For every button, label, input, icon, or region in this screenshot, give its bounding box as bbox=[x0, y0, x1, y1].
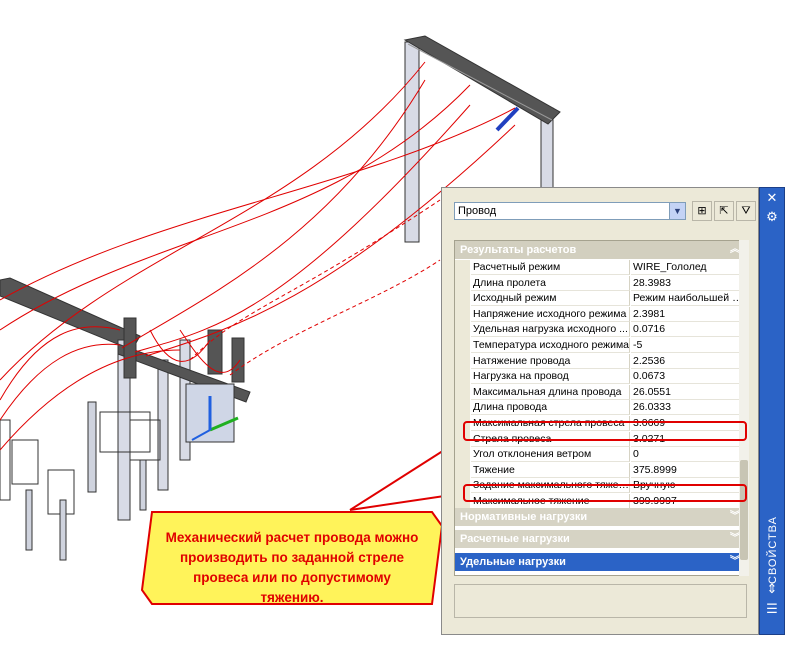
property-name: Максимальная длина провода bbox=[471, 384, 630, 400]
property-row[interactable]: Тяжение 375.8999 bbox=[455, 462, 746, 479]
object-type-select[interactable]: Провод ▼ bbox=[454, 202, 686, 220]
category-results-label: Результаты расчетов bbox=[460, 244, 577, 256]
property-name: Угол отклонения ветром bbox=[471, 447, 630, 463]
property-value[interactable]: WIRE_Гололед bbox=[631, 260, 746, 275]
property-row[interactable]: Температура исходного режима -5 bbox=[455, 338, 746, 354]
quick-select-button[interactable]: ⛛ bbox=[736, 201, 756, 221]
property-name: Удельная нагрузка исходного ... bbox=[471, 322, 630, 338]
close-icon[interactable]: ✕ bbox=[764, 191, 780, 207]
category-calculated-label: Расчетные нагрузки bbox=[460, 533, 570, 545]
property-value[interactable]: 375.8999 bbox=[631, 463, 746, 478]
property-value[interactable]: 0.0673 bbox=[631, 369, 746, 385]
property-value[interactable]: 0.0716 bbox=[631, 322, 746, 338]
property-value[interactable]: Режим наибольшей на... bbox=[631, 291, 746, 307]
property-value[interactable]: 2.3981 bbox=[631, 307, 746, 322]
property-value[interactable]: 0 bbox=[631, 447, 746, 463]
row-gutter bbox=[455, 369, 470, 385]
property-name: Расчетный режим bbox=[471, 260, 630, 275]
row-gutter bbox=[455, 291, 470, 307]
row-gutter bbox=[455, 462, 470, 479]
filter-icon: ⛛ bbox=[741, 204, 751, 217]
property-name: Длина пролета bbox=[471, 275, 630, 291]
category-specific-label: Удельные нагрузки bbox=[460, 556, 566, 568]
row-gutter bbox=[455, 260, 470, 276]
property-value[interactable]: 26.0551 bbox=[631, 385, 746, 400]
vertical-scrollbar[interactable] bbox=[739, 240, 749, 576]
wires bbox=[0, 61, 516, 451]
description-panel bbox=[454, 584, 747, 618]
palette-menu-icon[interactable]: ☰ bbox=[764, 602, 780, 618]
row-gutter bbox=[455, 400, 470, 417]
object-type-value: Провод bbox=[458, 205, 497, 217]
property-name: Исходный режим bbox=[471, 291, 630, 307]
highlight-max-tension bbox=[463, 484, 747, 502]
row-gutter bbox=[455, 275, 470, 292]
property-value[interactable]: 26.0333 bbox=[631, 400, 746, 416]
property-row[interactable]: Исходный режим Режим наибольшей на... bbox=[455, 291, 746, 307]
row-gutter bbox=[455, 306, 470, 323]
category-results[interactable]: Результаты расчетов ︽ bbox=[455, 241, 746, 259]
toggle-pickadd-button[interactable]: ⊞ bbox=[692, 201, 712, 221]
category-calculated[interactable]: Расчетные нагрузки ︾ bbox=[455, 530, 746, 548]
chevron-down-icon[interactable]: ▼ bbox=[669, 203, 685, 219]
property-name: Натяжение провода bbox=[471, 353, 630, 369]
select-objects-icon: ⇱ bbox=[719, 204, 729, 217]
category-normative[interactable]: Нормативные нагрузки ︾ bbox=[455, 508, 746, 526]
property-row[interactable]: Угол отклонения ветром 0 bbox=[455, 447, 746, 463]
property-grid: Результаты расчетов ︽ Расчетный режим WIR… bbox=[454, 240, 747, 576]
properties-icon[interactable]: ⚙ bbox=[764, 210, 780, 226]
scrollbar-thumb[interactable] bbox=[740, 460, 748, 560]
row-gutter bbox=[455, 322, 470, 339]
properties-palette: Провод ▼ ⊞ ⇱ ⛛ Результаты расчетов ︽ Рас… bbox=[441, 187, 759, 635]
row-gutter bbox=[455, 384, 470, 401]
property-row[interactable]: Длина провода 26.0333 bbox=[455, 400, 746, 417]
row-gutter bbox=[455, 353, 470, 370]
property-row[interactable]: Удельная нагрузка исходного ... 0.0716 bbox=[455, 322, 746, 339]
selected-insulator bbox=[495, 106, 520, 132]
property-name: Напряжение исходного режима bbox=[471, 306, 630, 322]
property-value[interactable]: 2.2536 bbox=[631, 354, 746, 369]
property-name: Длина провода bbox=[471, 400, 630, 416]
property-name: Температура исходного режима bbox=[471, 338, 630, 353]
select-objects-button[interactable]: ⇱ bbox=[714, 201, 734, 221]
property-name: Нагрузка на провод bbox=[471, 369, 630, 385]
palette-title: СВОЙСТВА bbox=[767, 516, 779, 584]
property-value[interactable]: 28.3983 bbox=[631, 276, 746, 291]
property-row[interactable]: Нагрузка на провод 0.0673 bbox=[455, 369, 746, 385]
property-row[interactable]: Длина пролета 28.3983 bbox=[455, 275, 746, 292]
category-normative-label: Нормативные нагрузки bbox=[460, 511, 588, 523]
property-row[interactable]: Натяжение провода 2.2536 bbox=[455, 353, 746, 370]
property-row[interactable]: Расчетный режим WIRE_Гололед bbox=[455, 260, 746, 276]
property-row[interactable]: Максимальная длина провода 26.0551 bbox=[455, 384, 746, 401]
property-value[interactable]: -5 bbox=[631, 338, 746, 353]
highlight-sag bbox=[463, 421, 747, 441]
pickadd-icon: ⊞ bbox=[697, 204, 707, 217]
palette-title-bar[interactable]: ✕ ⚙ ⇕ ☰ СВОЙСТВА bbox=[759, 187, 785, 635]
category-specific[interactable]: Удельные нагрузки ︾ bbox=[455, 553, 746, 571]
row-gutter bbox=[455, 447, 470, 463]
row-gutter bbox=[455, 338, 470, 354]
callout-text: Механический расчет провода можно произв… bbox=[165, 530, 419, 605]
property-row[interactable]: Напряжение исходного режима 2.3981 bbox=[455, 306, 746, 323]
property-name: Тяжение bbox=[471, 462, 630, 478]
